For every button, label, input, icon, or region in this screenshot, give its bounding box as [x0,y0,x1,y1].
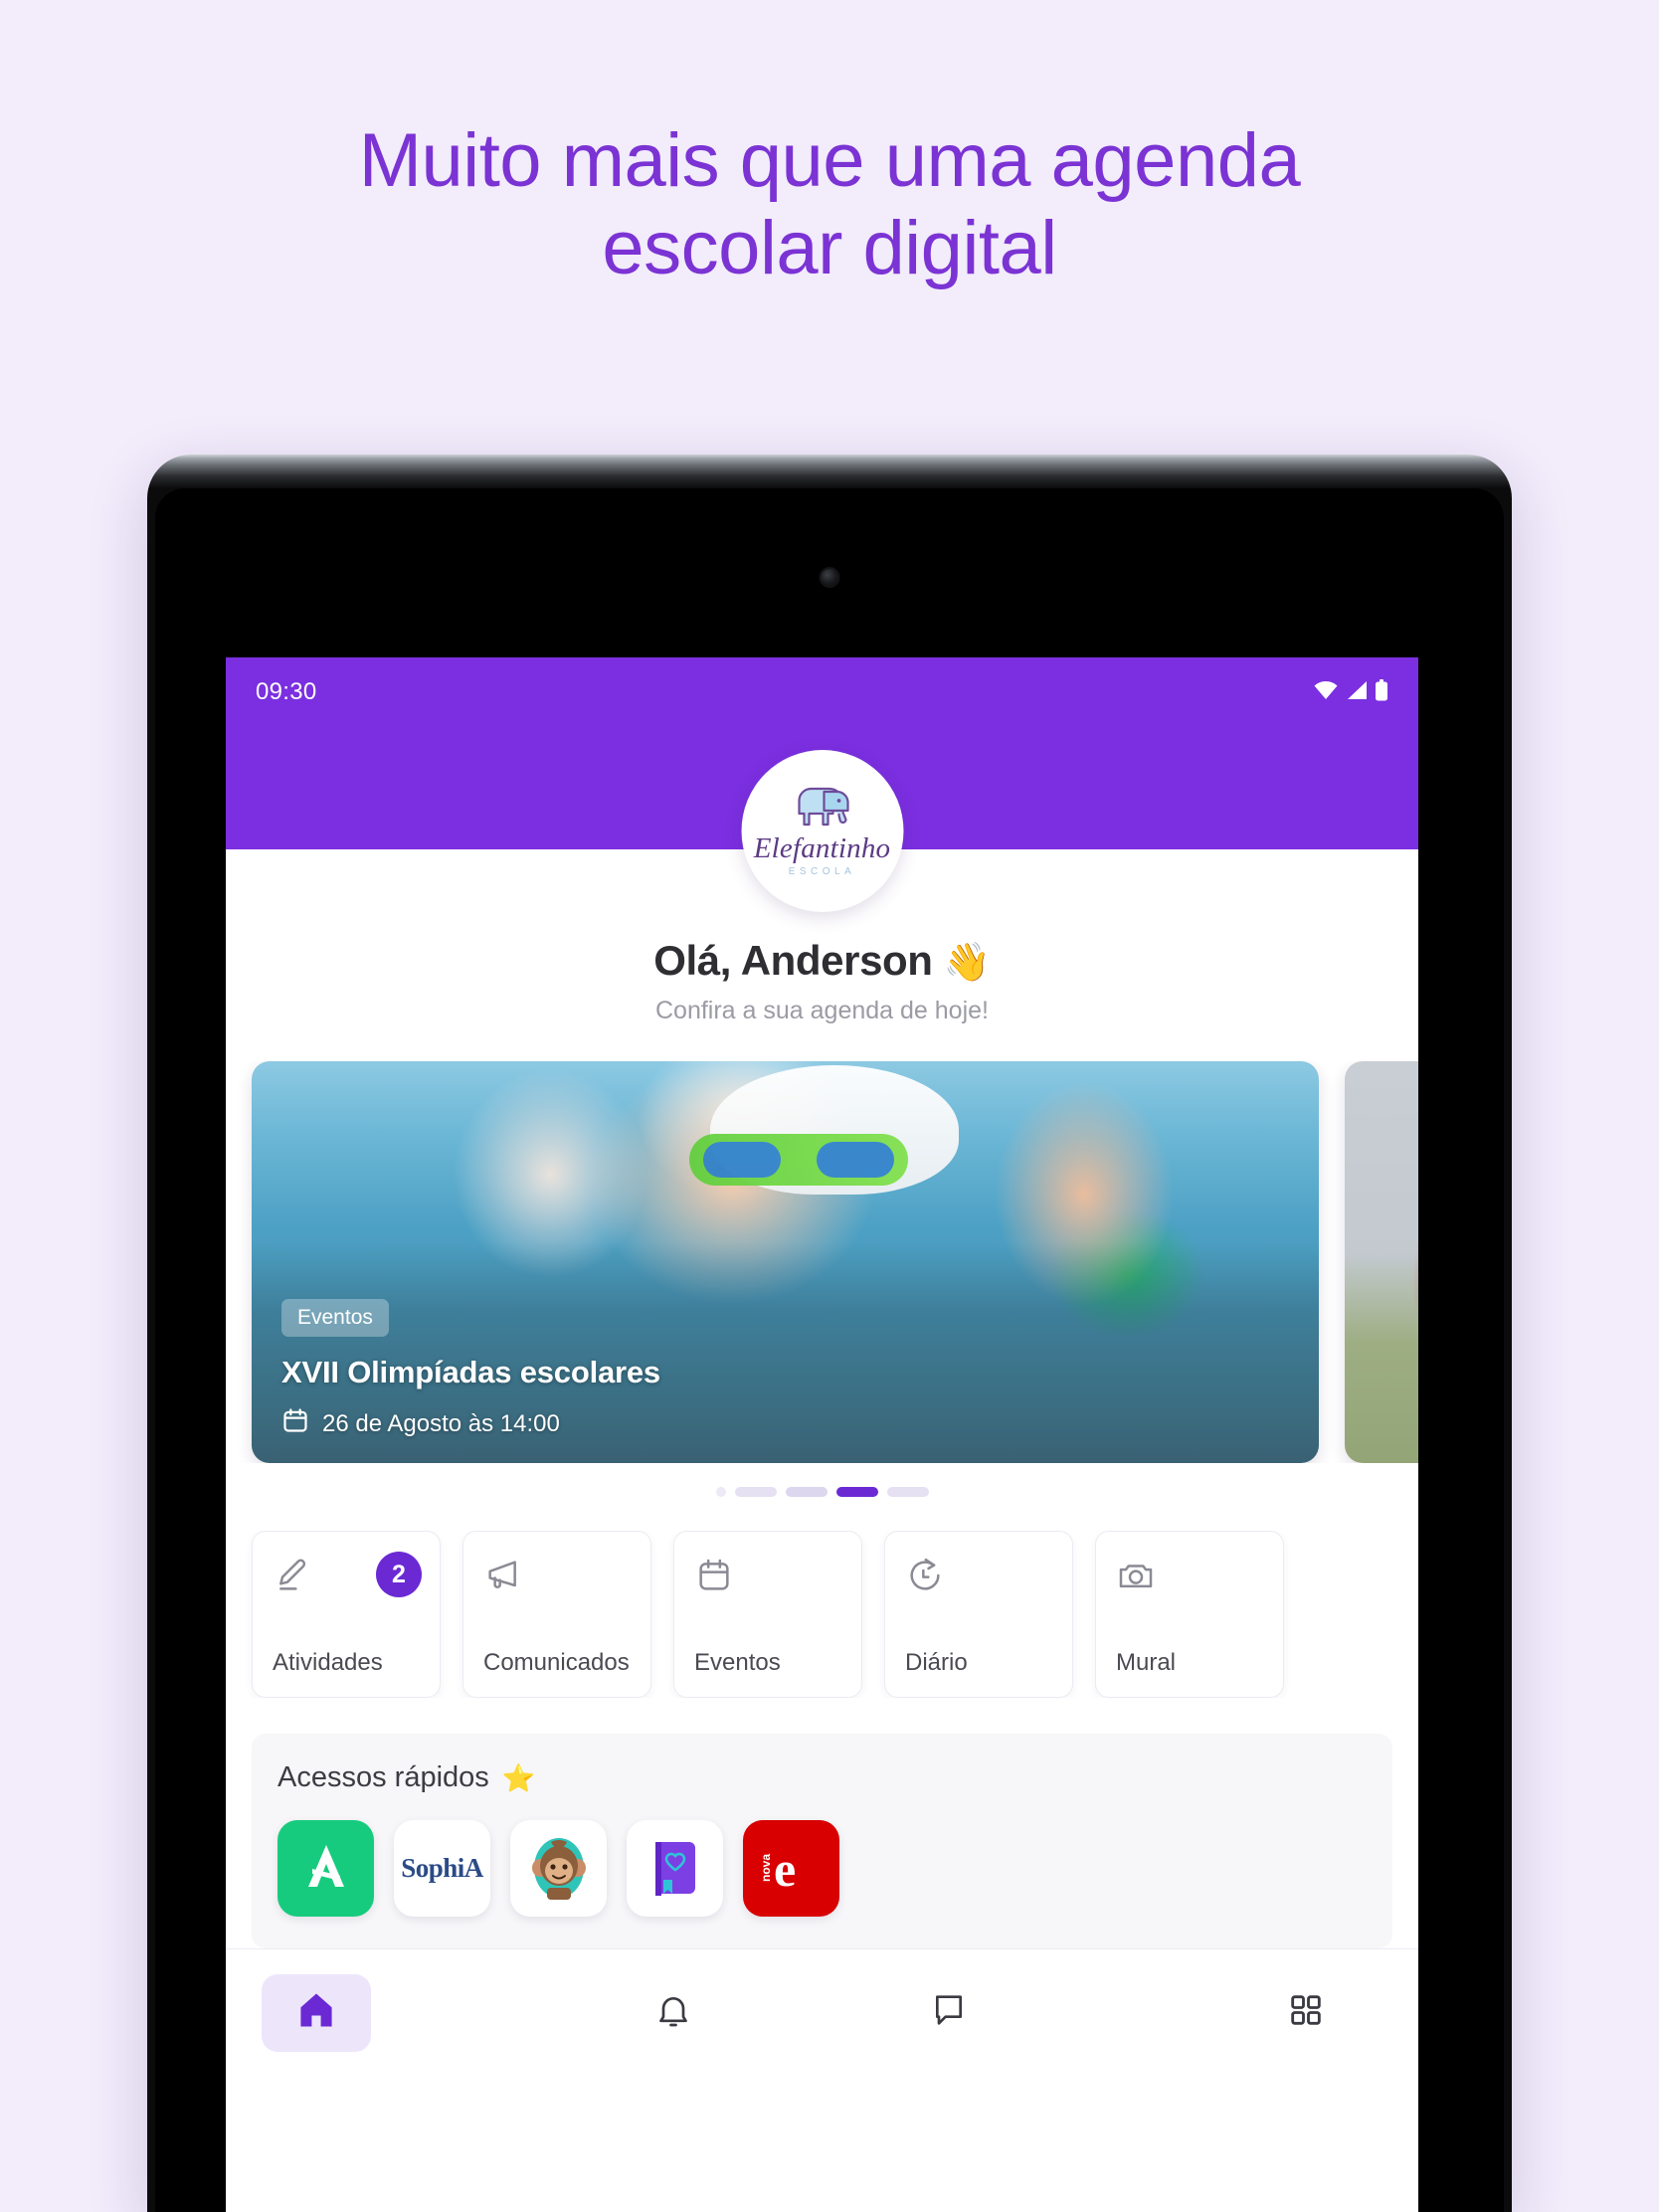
status-bar-clock: 09:30 [256,678,317,705]
chat-bubble-icon [929,1990,969,2035]
app-screen: 09:30 Elefantinho ESCOLA Olá, Anderson 👋… [226,657,1418,2212]
wifi-icon [1313,680,1339,705]
tile-label-eventos: Eventos [694,1649,781,1676]
pagination-dot-0[interactable] [715,1487,726,1497]
calendar-icon [281,1406,309,1441]
calendar-icon [694,1556,841,1600]
tile-diario[interactable]: Diário [884,1531,1073,1698]
bell-icon [653,1990,693,2035]
slide-category-badge: Eventos [281,1299,389,1337]
letter-a-icon [300,1840,352,1897]
pagination-dot-4[interactable] [886,1487,929,1497]
home-button[interactable] [262,1973,371,2052]
pagination-dot-2[interactable] [785,1487,828,1497]
promo-headline: Muito mais que uma agenda escolar digita… [0,117,1659,292]
slide-caption: Eventos XVII Olimpíadas escolares 26 de … [281,1299,1289,1441]
cellular-signal-icon [1346,680,1368,705]
school-logo-badge[interactable]: Elefantinho ESCOLA [741,750,903,912]
status-bar-icons [1313,678,1388,706]
logo-wordmark: Elefantinho [753,832,891,864]
tablet-device-frame: 09:30 Elefantinho ESCOLA Olá, Anderson 👋… [147,455,1512,2212]
svg-text:nova: nova [759,1854,773,1882]
tile-label-mural: Mural [1116,1649,1177,1676]
tile-comunicados[interactable]: Comunicados [462,1531,651,1698]
tablet-bezel: 09:30 Elefantinho ESCOLA Olá, Anderson 👋… [155,488,1504,2212]
nav-item-notificacoes[interactable] [536,1949,811,2076]
battery-icon [1375,678,1388,706]
megaphone-icon [483,1556,631,1600]
tile-label-comunicados: Comunicados [483,1649,630,1676]
highlights-carousel[interactable]: Eventos XVII Olimpíadas escolares 26 de … [226,1061,1418,1463]
svg-text:e: e [774,1841,796,1897]
quick-access-panel: Acessos rápidos ⭐ SophiA e nova [252,1734,1392,1948]
slide-title: XVII Olimpíadas escolares [281,1355,660,1389]
tile-mural[interactable]: Mural [1095,1531,1284,1698]
home-icon [294,1988,338,2037]
app-verde-a[interactable] [277,1820,374,1917]
nova-e-logo-icon: e nova [756,1830,828,1907]
star-icon: ⭐ [501,1762,536,1793]
badge-count-atividades: 2 [376,1552,422,1597]
logo-subtitle: ESCOLA [788,866,856,877]
headline-line-2: escolar digital [602,206,1057,291]
purple-book-icon [647,1836,703,1901]
greeting-title-text: Olá, Anderson [653,937,933,984]
app-livro-roxo[interactable] [627,1820,723,1917]
pagination-dot-active[interactable] [835,1487,878,1497]
slide-date-row: 26 de Agosto às 14:00 [281,1406,1289,1441]
greeting-subtitle: Confira a sua agenda de hoje! [655,997,989,1024]
tile-atividades[interactable]: 2 Atividades [252,1531,441,1698]
quick-access-apps[interactable]: SophiA e nova [277,1820,1367,1917]
page-root: Muito mais que uma agenda escolar digita… [0,0,1659,2212]
camera-icon [1116,1556,1263,1600]
app-content-sheet: Elefantinho ESCOLA Olá, Anderson 👋 Confi… [226,750,1418,2212]
greeting-title: Olá, Anderson 👋 [226,937,1418,985]
headline-line-1: Muito mais que uma agenda [358,118,1301,203]
pagination-dot-1[interactable] [734,1487,777,1497]
nav-item-menu[interactable] [1086,1949,1382,2076]
elephant-icon [792,785,853,835]
nav-item-home[interactable] [262,1949,536,2076]
tile-label-diario: Diário [905,1649,968,1676]
monkey-mascot-icon [523,1830,595,1907]
carousel-pagination[interactable] [226,1487,1418,1497]
messages-button[interactable] [894,1974,1004,2052]
bottom-navigation[interactable] [226,1948,1418,2076]
app-macaco[interactable] [510,1820,607,1917]
nav-item-mensagens[interactable] [812,1949,1086,2076]
menu-button[interactable] [1251,1974,1361,2052]
refresh-clock-icon [905,1556,1052,1600]
carousel-slide-next[interactable] [1345,1061,1418,1463]
slide-date-text: 26 de Agosto às 14:00 [322,1409,560,1437]
quick-access-title-text: Acessos rápidos [277,1761,489,1793]
waving-hand-icon: 👋 [943,942,991,984]
sophia-logo-icon: SophiA [401,1853,483,1883]
quick-access-title: Acessos rápidos ⭐ [277,1761,1367,1794]
notifications-button[interactable] [619,1974,728,2052]
front-camera-icon [821,569,838,586]
category-tiles[interactable]: 2 Atividades Comunicados Eventos Diário … [226,1531,1418,1698]
app-sophia[interactable]: SophiA [394,1820,490,1917]
carousel-slide-active[interactable]: Eventos XVII Olimpíadas escolares 26 de … [252,1061,1319,1463]
status-bar: 09:30 [226,657,1418,709]
tile-eventos[interactable]: Eventos [673,1531,862,1698]
app-nova-escola[interactable]: e nova [743,1820,839,1917]
grid-menu-icon [1286,1990,1326,2035]
tile-label-atividades: Atividades [273,1649,383,1676]
